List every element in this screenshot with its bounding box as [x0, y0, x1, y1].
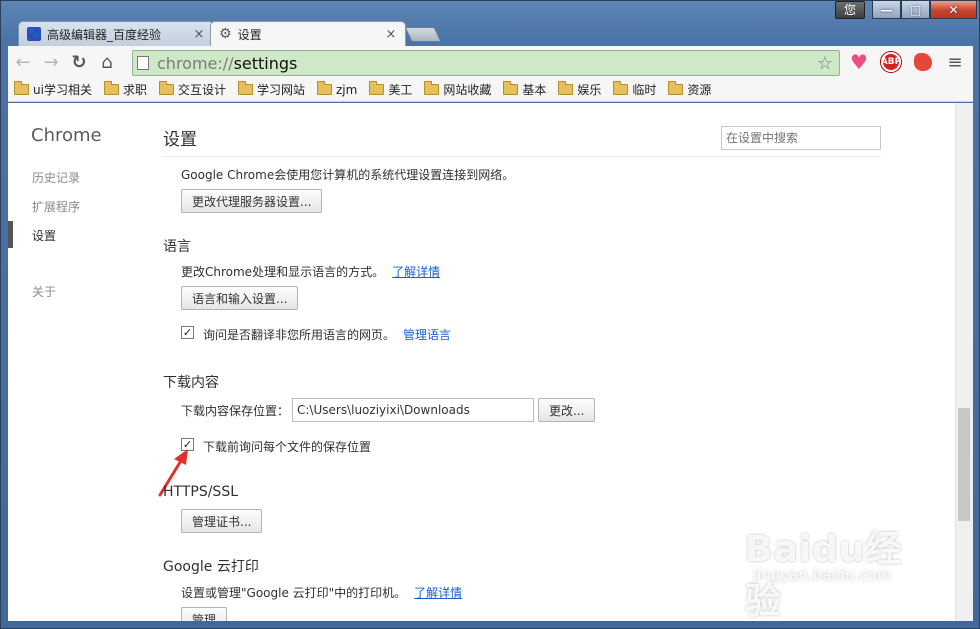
url-path: settings: [233, 53, 298, 73]
download-location-label: 下载内容保存位置：: [181, 404, 290, 418]
tab-baidu-editor[interactable]: 🐾 高级编辑器_百度经验 ×: [18, 21, 214, 46]
bookmark-folder[interactable]: 临时: [613, 81, 656, 98]
close-icon: ✕: [948, 2, 959, 17]
bookmark-folder[interactable]: zjm: [317, 81, 357, 97]
language-description: 更改Chrome处理和显示语言的方式。 了解详情: [181, 265, 441, 279]
header-divider: [163, 156, 881, 157]
bookmark-folder[interactable]: ui学习相关: [14, 81, 92, 98]
hamburger-menu-icon: ≡: [947, 51, 963, 73]
home-button[interactable]: ⌂: [94, 49, 120, 75]
forward-button[interactable]: →: [38, 49, 64, 75]
change-proxy-button[interactable]: 更改代理服务器设置...: [181, 189, 323, 213]
watermark-url: jingyan.baidu.com: [753, 566, 892, 584]
https-section-title: HTTPS/SSL: [163, 484, 239, 500]
bookmark-folder[interactable]: 求职: [103, 81, 147, 98]
adblock-plus-button[interactable]: ABP: [880, 51, 902, 73]
tab-title: 高级编辑器_百度经验: [47, 27, 162, 42]
toolbar: ← → ↻ ⌂ chrome:// settings ☆ ♥ ABP ≡: [8, 46, 973, 78]
minimize-icon: —: [880, 2, 893, 17]
reload-icon: ↻: [71, 51, 87, 73]
manage-certificates-button[interactable]: 管理证书...: [181, 509, 263, 533]
manage-cloudprint-button[interactable]: 管理: [181, 607, 228, 621]
window-controls: — □ ✕: [872, 0, 977, 20]
folder-icon: [369, 81, 385, 95]
vertical-scrollbar[interactable]: [955, 103, 973, 621]
tab-title: 设置: [237, 27, 262, 42]
folder-icon: [503, 81, 519, 95]
sidebar-title: Chrome: [31, 125, 102, 146]
bookmarks-bar: ui学习相关 求职 交互设计 学习网站 zjm 美工 网站收藏 基本 娱乐 临时…: [8, 78, 973, 102]
bookmark-folder[interactable]: 娱乐: [558, 81, 601, 98]
address-bar[interactable]: chrome:// settings ☆: [132, 50, 840, 76]
tab-close-icon[interactable]: ×: [193, 27, 205, 42]
scrollbar-thumb[interactable]: [958, 408, 970, 521]
heart-icon: ♥: [850, 50, 868, 74]
sidebar-active-indicator: [8, 221, 13, 248]
language-input-settings-button[interactable]: 语言和输入设置...: [181, 286, 299, 310]
tab-settings[interactable]: ⚙ 设置 ×: [210, 21, 406, 46]
home-icon: ⌂: [101, 51, 113, 73]
downloads-section-title: 下载内容: [163, 375, 219, 391]
red-extension-button[interactable]: [912, 51, 934, 73]
translate-label: 询问是否翻译非您所用语言的网页。 管理语言: [203, 328, 452, 342]
sidebar-item-history[interactable]: 历史记录: [32, 169, 80, 186]
sidebar-item-about[interactable]: 关于: [32, 283, 56, 300]
folder-icon: [14, 81, 29, 95]
baidu-paw-icon: 🐾: [27, 27, 41, 41]
bookmark-folder[interactable]: 网站收藏: [424, 81, 491, 98]
sidebar-item-extensions[interactable]: 扩展程序: [32, 198, 80, 215]
folder-icon: [558, 81, 574, 95]
cloudprint-description: 设置或管理"Google 云打印"中的打印机。 了解详情: [181, 586, 463, 600]
baidu-watermark: Baidu经验 jingyan.baidu.com: [745, 520, 925, 622]
change-download-location-button[interactable]: 更改...: [538, 398, 596, 422]
page-title: 设置: [163, 130, 197, 150]
bookmark-star-icon[interactable]: ☆: [817, 53, 833, 74]
back-arrow-icon: ←: [15, 51, 31, 73]
minimize-button[interactable]: —: [872, 0, 901, 19]
tab-close-icon[interactable]: ×: [385, 27, 397, 42]
cloudprint-section-title: Google 云打印: [163, 559, 259, 575]
forward-arrow-icon: →: [43, 51, 59, 73]
bookmark-folder[interactable]: 资源: [668, 81, 711, 98]
folder-icon: [237, 81, 253, 95]
language-section-title: 语言: [163, 239, 191, 255]
folder-icon: [668, 81, 684, 95]
folder-icon: [158, 81, 174, 95]
ask-save-location-label: 下载前询问每个文件的保存位置: [203, 440, 372, 454]
url-scheme: chrome://: [157, 53, 234, 73]
page-icon: [137, 56, 149, 70]
maximize-button[interactable]: □: [901, 0, 930, 19]
settings-search-input[interactable]: [721, 126, 881, 150]
gear-icon: ⚙: [219, 26, 232, 42]
bookmark-folder[interactable]: 美工: [369, 81, 412, 98]
folder-icon: [103, 81, 119, 95]
user-profile-badge[interactable]: 您: [835, 1, 865, 19]
manage-languages-link[interactable]: 管理语言: [403, 328, 451, 342]
bookmark-folder[interactable]: 学习网站: [237, 81, 305, 98]
adblock-plus-icon: ABP: [881, 52, 901, 72]
red-extension-icon: [914, 53, 932, 71]
translate-checkbox[interactable]: ✓: [181, 326, 194, 339]
sidebar-item-settings[interactable]: 设置: [32, 227, 56, 244]
folder-icon: [424, 81, 440, 95]
reload-button[interactable]: ↻: [66, 49, 92, 75]
language-learn-more-link[interactable]: 了解详情: [392, 265, 440, 279]
close-window-button[interactable]: ✕: [930, 0, 977, 19]
maximize-icon: □: [909, 2, 922, 17]
back-button[interactable]: ←: [10, 49, 36, 75]
heart-extension-button[interactable]: ♥: [848, 50, 870, 74]
bookmark-folder[interactable]: 基本: [503, 81, 546, 98]
bookmark-folder[interactable]: 交互设计: [158, 81, 226, 98]
chrome-menu-button[interactable]: ≡: [944, 51, 966, 73]
folder-icon: [613, 81, 629, 95]
proxy-description: Google Chrome会使用您计算机的系统代理设置连接到网络。: [181, 168, 515, 182]
folder-icon: [317, 81, 332, 95]
download-location-field[interactable]: [292, 398, 534, 422]
new-tab-button[interactable]: [404, 27, 442, 42]
cloudprint-learn-more-link[interactable]: 了解详情: [414, 586, 462, 600]
